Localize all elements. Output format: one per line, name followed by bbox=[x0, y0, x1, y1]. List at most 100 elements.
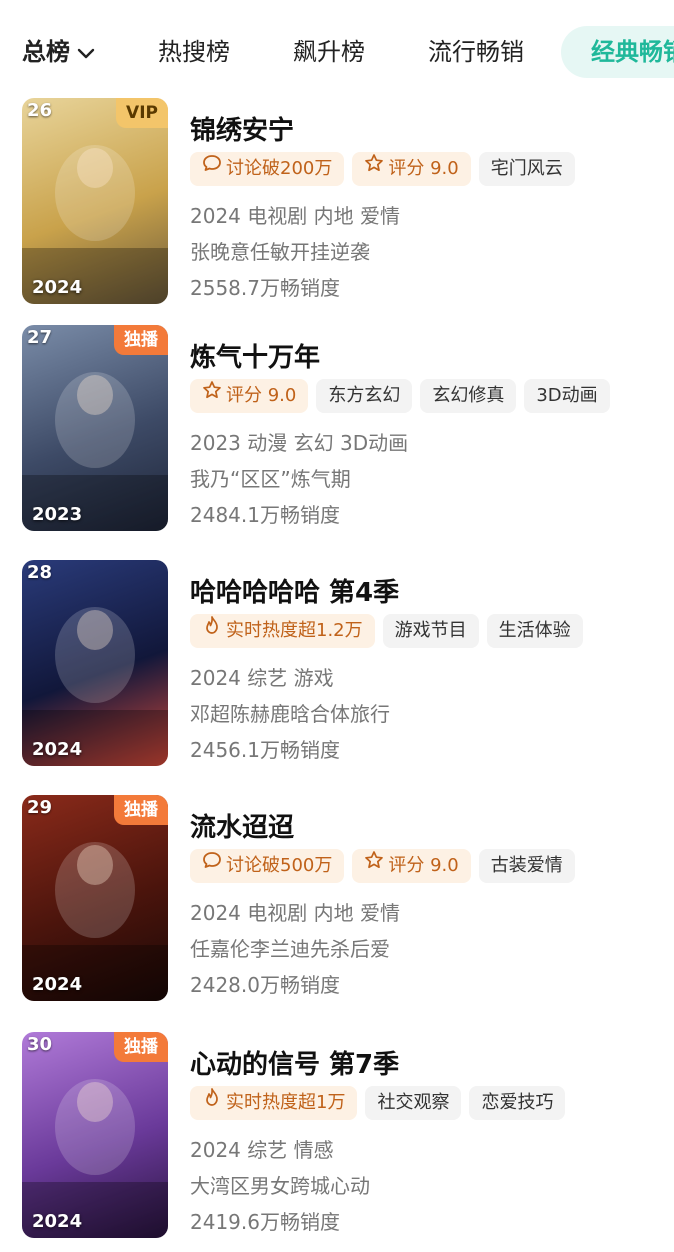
rank-number: 28 bbox=[27, 562, 53, 583]
rank-number: 27 bbox=[27, 327, 53, 348]
tab-hot-search[interactable]: 热搜榜 bbox=[158, 36, 230, 68]
poster-year: 2024 bbox=[32, 1211, 83, 1232]
tag-label: 宅门风云 bbox=[490, 158, 563, 179]
item-info: 2023 动漫 玄幻 3D动画 bbox=[190, 431, 409, 455]
item-info: 2024 综艺 游戏 bbox=[190, 666, 334, 690]
exclusive-badge: 独播 bbox=[114, 325, 168, 355]
tag-row: 实时热度超1.2万 游戏节目 生活体验 bbox=[190, 614, 591, 648]
tag-chip[interactable]: 评分 9.0 bbox=[190, 378, 309, 413]
tag-label: 实时热度超1.2万 bbox=[226, 620, 363, 641]
rank-number: 29 bbox=[27, 797, 53, 818]
poster-year: 2024 bbox=[32, 739, 83, 760]
tag-label: 古装爱情 bbox=[490, 855, 563, 876]
item-sales: 2456.1万畅销度 bbox=[190, 738, 340, 762]
tag-chip[interactable]: 评分 9.0 bbox=[352, 848, 471, 883]
rank-number: 26 bbox=[27, 100, 53, 121]
list-item[interactable]: 29 独播 2024 流水迢迢讨论破500万 评分 9.0 古装爱情 2024 电视剧 内地… bbox=[0, 795, 674, 1015]
fire-icon bbox=[202, 613, 222, 647]
list-item[interactable]: 27 独播 2023 炼气十万年评分 9.0 东方玄幻 玄幻修真 3D动画 2023 动漫 玄… bbox=[0, 325, 674, 545]
exclusive-badge: 独播 bbox=[114, 795, 168, 825]
tag-label: 评分 9.0 bbox=[388, 855, 459, 876]
item-title[interactable]: 哈哈哈哈哈 第4季 bbox=[190, 572, 399, 609]
item-info: 2024 电视剧 内地 爱情 bbox=[190, 901, 400, 925]
list-item[interactable]: 30 独播 2024 心动的信号 第7季实时热度超1万 社交观察 恋爱技巧 2024 综艺 … bbox=[0, 1032, 674, 1252]
poster-artwork bbox=[22, 145, 168, 304]
item-info: 2024 综艺 情感 bbox=[190, 1138, 334, 1162]
item-title[interactable]: 流水迢迢 bbox=[190, 807, 294, 844]
tag-chip[interactable]: 社交观察 bbox=[365, 1086, 462, 1120]
item-info: 2024 电视剧 内地 爱情 bbox=[190, 204, 400, 228]
item-sales: 2428.0万畅销度 bbox=[190, 973, 340, 997]
poster-thumbnail[interactable]: 26 VIP 2024 bbox=[22, 98, 168, 304]
tag-chip[interactable]: 恋爱技巧 bbox=[469, 1086, 566, 1120]
tag-row: 讨论破200万 评分 9.0 宅门风云 bbox=[190, 152, 583, 186]
chevron-down-icon bbox=[76, 37, 96, 69]
tag-label: 讨论破200万 bbox=[226, 158, 333, 179]
exclusive-badge: 独播 bbox=[114, 1032, 168, 1062]
item-title[interactable]: 心动的信号 第7季 bbox=[190, 1044, 399, 1081]
poster-artwork bbox=[22, 607, 168, 766]
tag-label: 东方玄幻 bbox=[328, 385, 401, 406]
tag-label: 讨论破500万 bbox=[226, 855, 333, 876]
tag-chip[interactable]: 评分 9.0 bbox=[352, 151, 471, 186]
item-description: 邓超陈赫鹿晗合体旅行 bbox=[190, 702, 390, 726]
item-sales: 2484.1万畅销度 bbox=[190, 503, 340, 527]
tag-label: 3D动画 bbox=[536, 385, 598, 406]
poster-year: 2023 bbox=[32, 504, 83, 525]
tab-rising[interactable]: 飙升榜 bbox=[293, 36, 365, 68]
item-sales: 2419.6万畅销度 bbox=[190, 1210, 340, 1234]
item-description: 我乃“区区”炼气期 bbox=[190, 467, 351, 491]
tag-label: 评分 9.0 bbox=[388, 158, 459, 179]
item-description: 大湾区男女跨城心动 bbox=[190, 1174, 370, 1198]
tag-chip[interactable]: 实时热度超1万 bbox=[190, 1085, 358, 1120]
item-title[interactable]: 炼气十万年 bbox=[190, 337, 320, 374]
poster-artwork bbox=[22, 1079, 168, 1238]
rank-number: 30 bbox=[27, 1034, 53, 1055]
poster-thumbnail[interactable]: 27 独播 2023 bbox=[22, 325, 168, 531]
tag-label: 评分 9.0 bbox=[226, 385, 297, 406]
item-title[interactable]: 锦绣安宁 bbox=[190, 110, 294, 147]
poster-thumbnail[interactable]: 30 独播 2024 bbox=[22, 1032, 168, 1238]
fire-icon bbox=[202, 1085, 222, 1119]
tag-row: 讨论破500万 评分 9.0 古装爱情 bbox=[190, 849, 583, 883]
tag-chip[interactable]: 3D动画 bbox=[524, 379, 610, 413]
tag-label: 玄幻修真 bbox=[432, 385, 505, 406]
tag-chip[interactable]: 讨论破200万 bbox=[190, 151, 345, 186]
tag-row: 实时热度超1万 社交观察 恋爱技巧 bbox=[190, 1086, 573, 1120]
tag-chip[interactable]: 讨论破500万 bbox=[190, 848, 345, 883]
poster-thumbnail[interactable]: 28 2024 bbox=[22, 560, 168, 766]
star-icon bbox=[364, 848, 384, 882]
list-item[interactable]: 28 2024 哈哈哈哈哈 第4季实时热度超1.2万 游戏节目 生活体验 2024 综艺 … bbox=[0, 560, 674, 780]
ranking-tab-bar: 总榜 热搜榜 飙升榜 流行畅销 经典畅销 bbox=[0, 0, 674, 100]
list-item[interactable]: 26 VIP 2024 锦绣安宁讨论破200万 评分 9.0 宅门风云 2024 电视剧 内… bbox=[0, 98, 674, 318]
tag-chip[interactable]: 实时热度超1.2万 bbox=[190, 614, 375, 648]
tag-label: 游戏节目 bbox=[394, 620, 467, 641]
tag-row: 评分 9.0 东方玄幻 玄幻修真 3D动画 bbox=[190, 379, 618, 413]
tag-chip[interactable]: 古装爱情 bbox=[478, 849, 575, 883]
poster-year: 2024 bbox=[32, 277, 83, 298]
item-description: 任嘉伦李兰迪先杀后爱 bbox=[190, 937, 390, 961]
tab-popular-bestseller[interactable]: 流行畅销 bbox=[428, 36, 524, 68]
poster-artwork bbox=[22, 842, 168, 1001]
poster-year: 2024 bbox=[32, 974, 83, 995]
tag-label: 社交观察 bbox=[377, 1092, 450, 1113]
chat-icon bbox=[202, 848, 222, 882]
star-icon bbox=[364, 151, 384, 185]
poster-artwork bbox=[22, 372, 168, 531]
vip-badge: VIP bbox=[116, 98, 168, 128]
tab-all-label: 总榜 bbox=[22, 38, 70, 66]
tab-classic-bestseller[interactable]: 经典畅销 bbox=[561, 26, 674, 78]
star-icon bbox=[202, 378, 222, 412]
poster-thumbnail[interactable]: 29 独播 2024 bbox=[22, 795, 168, 1001]
tag-label: 实时热度超1万 bbox=[226, 1092, 346, 1113]
chat-icon bbox=[202, 151, 222, 185]
tab-all-dropdown[interactable]: 总榜 bbox=[22, 36, 96, 69]
tag-label: 生活体验 bbox=[498, 620, 571, 641]
tag-chip[interactable]: 玄幻修真 bbox=[420, 379, 517, 413]
tag-chip[interactable]: 生活体验 bbox=[486, 614, 583, 648]
tag-chip[interactable]: 东方玄幻 bbox=[316, 379, 413, 413]
item-sales: 2558.7万畅销度 bbox=[190, 276, 340, 300]
tag-chip[interactable]: 游戏节目 bbox=[382, 614, 479, 648]
item-description: 张晚意任敏开挂逆袭 bbox=[190, 240, 370, 264]
tag-chip[interactable]: 宅门风云 bbox=[478, 152, 575, 186]
